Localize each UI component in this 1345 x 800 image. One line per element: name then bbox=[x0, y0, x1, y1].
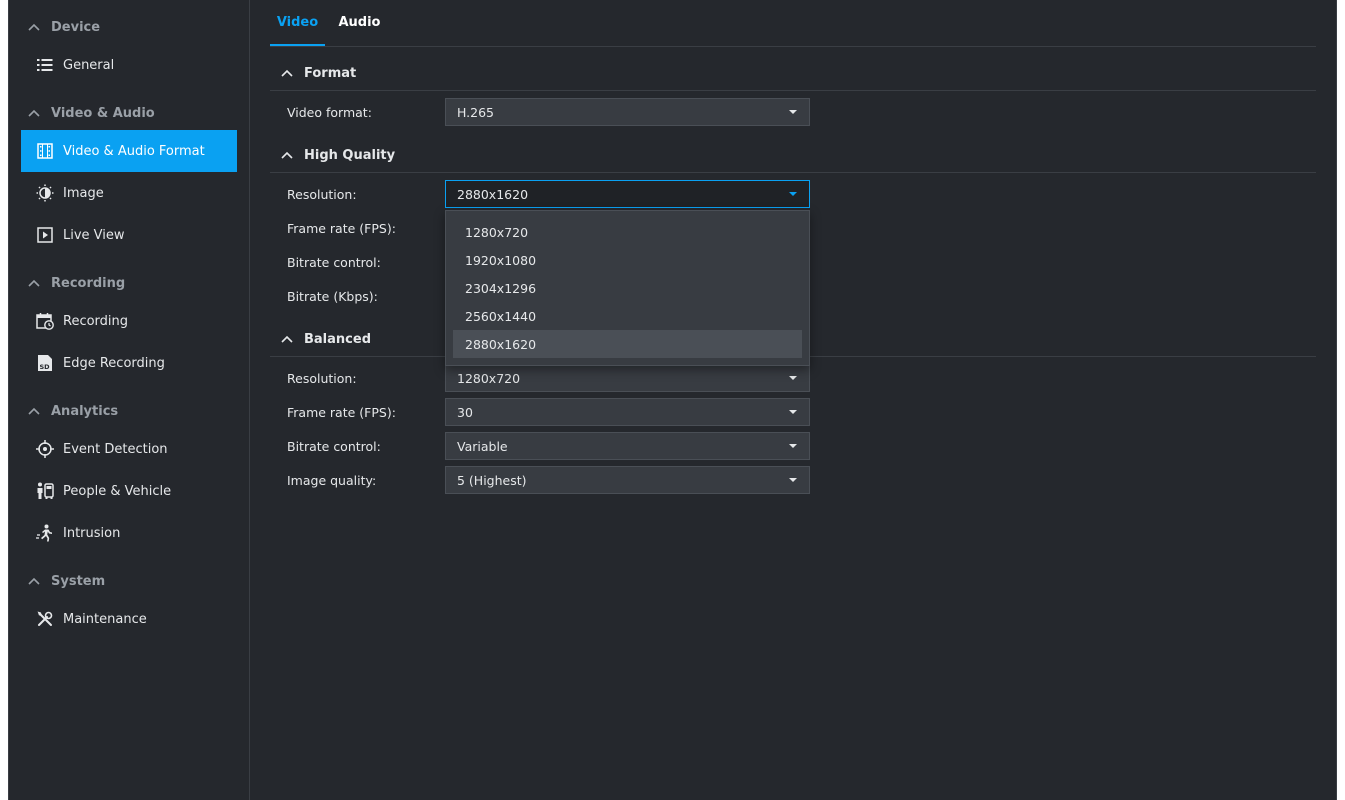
group-title: Balanced bbox=[304, 331, 371, 347]
hq-bitrate-label: Bitrate (Kbps): bbox=[287, 288, 378, 304]
sidebar-item-video-audio-format[interactable]: Video & Audio Format bbox=[21, 130, 237, 172]
running-person-icon bbox=[36, 524, 54, 542]
people-vehicle-icon bbox=[36, 482, 54, 500]
caret-down-icon bbox=[789, 192, 797, 196]
calendar-clock-icon bbox=[36, 312, 54, 330]
resolution-dropdown-menu: 1280x720 1920x1080 2304x1296 2560x1440 2… bbox=[445, 210, 810, 366]
dropdown-option[interactable]: 1280x720 bbox=[453, 218, 802, 246]
group-title: High Quality bbox=[304, 147, 396, 163]
sidebar-item-event-detection[interactable]: Event Detection bbox=[21, 428, 237, 470]
section-device[interactable]: Device bbox=[25, 17, 100, 37]
group-high-quality-header[interactable]: High Quality bbox=[270, 138, 1316, 173]
sidebar-item-intrusion[interactable]: Intrusion bbox=[21, 512, 237, 554]
bal-image-quality-label: Image quality: bbox=[287, 472, 377, 488]
play-icon bbox=[36, 226, 54, 244]
chevron-up-icon bbox=[25, 577, 43, 585]
sidebar-item-label: Event Detection bbox=[63, 441, 168, 457]
tools-icon bbox=[36, 610, 54, 628]
select-value: 5 (Highest) bbox=[457, 472, 527, 488]
caret-down-icon bbox=[789, 410, 797, 414]
video-format-label: Video format: bbox=[287, 104, 372, 120]
svg-text:SD: SD bbox=[40, 363, 51, 371]
tab-video[interactable]: Video bbox=[270, 0, 325, 46]
sidebar-item-general[interactable]: General bbox=[21, 44, 237, 86]
hq-frame-rate-label: Frame rate (FPS): bbox=[287, 220, 396, 236]
caret-down-icon bbox=[789, 110, 797, 114]
chevron-up-icon bbox=[278, 69, 296, 77]
section-label: Video & Audio bbox=[51, 105, 155, 121]
group-title: Format bbox=[304, 65, 357, 81]
sidebar-item-label: Edge Recording bbox=[63, 355, 165, 371]
bal-resolution-select[interactable]: 1280x720 bbox=[445, 364, 810, 392]
chevron-up-icon bbox=[25, 279, 43, 287]
hq-bitrate-control-label: Bitrate control: bbox=[287, 254, 381, 270]
sidebar-item-live-view[interactable]: Live View bbox=[21, 214, 237, 256]
tab-audio[interactable]: Audio bbox=[332, 0, 387, 45]
chevron-up-icon bbox=[25, 109, 43, 117]
sidebar-item-maintenance[interactable]: Maintenance bbox=[21, 598, 237, 640]
sidebar-item-label: General bbox=[63, 57, 115, 73]
section-system[interactable]: System bbox=[25, 571, 105, 591]
section-label: Device bbox=[51, 19, 101, 35]
group-format-header[interactable]: Format bbox=[270, 56, 1316, 91]
section-analytics[interactable]: Analytics bbox=[25, 401, 118, 421]
bal-frame-rate-select[interactable]: 30 bbox=[445, 398, 810, 426]
section-video-audio[interactable]: Video & Audio bbox=[25, 103, 155, 123]
sd-card-icon: SD bbox=[36, 354, 54, 372]
select-value: H.265 bbox=[457, 104, 495, 120]
caret-down-icon bbox=[789, 444, 797, 448]
dropdown-option[interactable]: 2560x1440 bbox=[453, 302, 802, 330]
bal-resolution-label: Resolution: bbox=[287, 370, 357, 386]
select-value: 30 bbox=[457, 404, 473, 420]
video-format-select[interactable]: H.265 bbox=[445, 98, 810, 126]
app-window: Device General Video & Audio Video & Aud… bbox=[8, 0, 1337, 800]
bal-bitrate-control-label: Bitrate control: bbox=[287, 438, 381, 454]
sidebar-item-label: Maintenance bbox=[63, 611, 147, 627]
section-label: Recording bbox=[51, 275, 126, 291]
bal-frame-rate-label: Frame rate (FPS): bbox=[287, 404, 396, 420]
hq-resolution-select[interactable]: 2880x1620 bbox=[445, 180, 810, 208]
sidebar-item-label: Image bbox=[63, 185, 104, 201]
chevron-up-icon bbox=[278, 151, 296, 159]
tab-bar: Video Audio bbox=[270, 0, 1316, 47]
chevron-up-icon bbox=[25, 407, 43, 415]
select-value: 1280x720 bbox=[457, 370, 521, 386]
select-value: Variable bbox=[457, 438, 508, 454]
sidebar: Device General Video & Audio Video & Aud… bbox=[9, 0, 250, 800]
sidebar-item-label: People & Vehicle bbox=[63, 483, 172, 499]
section-label: System bbox=[51, 573, 106, 589]
dropdown-option[interactable]: 2304x1296 bbox=[453, 274, 802, 302]
caret-down-icon bbox=[789, 376, 797, 380]
section-label: Analytics bbox=[51, 403, 119, 419]
sidebar-item-label: Intrusion bbox=[63, 525, 121, 541]
dropdown-option[interactable]: 1920x1080 bbox=[453, 246, 802, 274]
bal-bitrate-control-select[interactable]: Variable bbox=[445, 432, 810, 460]
list-icon bbox=[36, 56, 54, 74]
sidebar-item-label: Recording bbox=[63, 313, 129, 329]
crosshair-icon bbox=[36, 440, 54, 458]
sidebar-item-image[interactable]: Image bbox=[21, 172, 237, 214]
sidebar-item-people-vehicle[interactable]: People & Vehicle bbox=[21, 470, 237, 512]
dropdown-option-highlighted[interactable]: 2880x1620 bbox=[453, 330, 802, 358]
main-panel: Video Audio Format Video format: H.265 H… bbox=[250, 0, 1336, 800]
hq-resolution-label: Resolution: bbox=[287, 186, 357, 202]
brightness-icon bbox=[36, 184, 54, 202]
film-icon bbox=[36, 142, 54, 160]
chevron-up-icon bbox=[278, 335, 296, 343]
sidebar-item-label: Live View bbox=[63, 227, 125, 243]
sidebar-item-edge-recording[interactable]: SD Edge Recording bbox=[21, 342, 237, 384]
chevron-up-icon bbox=[25, 23, 43, 31]
bal-image-quality-select[interactable]: 5 (Highest) bbox=[445, 466, 810, 494]
caret-down-icon bbox=[789, 478, 797, 482]
sidebar-item-recording[interactable]: Recording bbox=[21, 300, 237, 342]
section-recording[interactable]: Recording bbox=[25, 273, 125, 293]
select-value: 2880x1620 bbox=[457, 186, 529, 202]
sidebar-item-label: Video & Audio Format bbox=[63, 143, 205, 159]
